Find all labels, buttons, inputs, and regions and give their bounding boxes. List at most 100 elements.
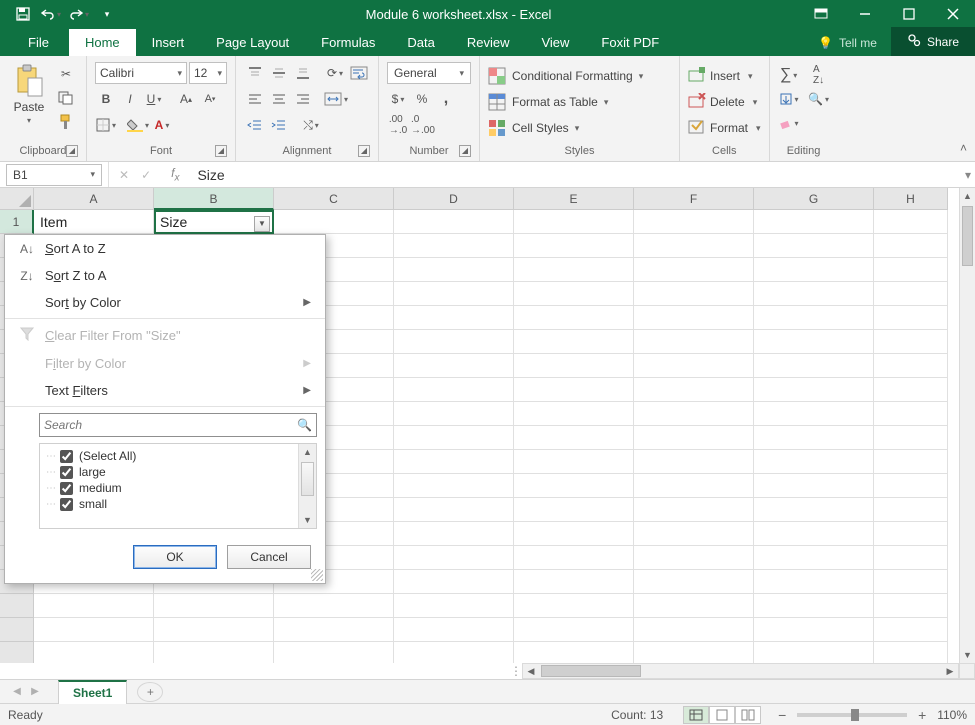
cell[interactable] — [514, 570, 634, 594]
zoom-in-button[interactable]: + — [915, 707, 929, 723]
number-format-select[interactable]: General▾ — [387, 62, 471, 84]
cell[interactable] — [394, 570, 514, 594]
copy-button[interactable] — [54, 88, 78, 108]
autosum-button[interactable]: ∑ — [778, 64, 800, 86]
close-button[interactable] — [931, 0, 975, 28]
delete-cells-button[interactable]: Delete▾ — [688, 90, 761, 114]
cell[interactable] — [394, 330, 514, 354]
cell[interactable] — [754, 618, 874, 642]
collapse-ribbon-button[interactable]: ˄ — [960, 141, 967, 155]
sort-filter-button[interactable]: AZ↓ — [808, 64, 830, 86]
cell[interactable] — [874, 594, 948, 618]
name-box[interactable]: B1▾ — [6, 164, 102, 186]
align-center-button[interactable] — [268, 88, 290, 110]
tab-file[interactable]: File — [8, 29, 69, 56]
scroll-down-icon[interactable]: ▼ — [299, 512, 316, 528]
cell[interactable] — [634, 642, 754, 663]
row-header[interactable] — [0, 618, 34, 642]
cell[interactable] — [754, 594, 874, 618]
horizontal-scrollbar[interactable]: ◀ ▶ — [522, 663, 959, 679]
hscroll-right-icon[interactable]: ▶ — [942, 664, 958, 678]
filter-item-select-all[interactable]: ⋯(Select All) — [46, 448, 292, 464]
filter-search-box[interactable]: 🔍 — [39, 413, 317, 437]
font-dialog-launcher[interactable]: ◢ — [215, 145, 227, 157]
alignment-dialog-launcher[interactable]: ◢ — [358, 145, 370, 157]
cell[interactable] — [874, 330, 948, 354]
cell[interactable] — [634, 330, 754, 354]
cell[interactable] — [634, 426, 754, 450]
cell[interactable] — [274, 642, 394, 663]
cell[interactable] — [394, 402, 514, 426]
cell[interactable] — [754, 498, 874, 522]
cell[interactable] — [394, 354, 514, 378]
view-page-layout-button[interactable] — [709, 706, 735, 724]
column-header-d[interactable]: D — [394, 188, 514, 210]
cell[interactable] — [874, 306, 948, 330]
filter-list-scrollbar[interactable]: ▲ ▼ — [298, 444, 316, 528]
vscroll-up-icon[interactable]: ▲ — [960, 188, 975, 204]
cell-c1[interactable] — [274, 210, 394, 234]
decrease-indent-button[interactable] — [244, 114, 266, 136]
cell[interactable] — [394, 258, 514, 282]
hscroll-grip-icon[interactable]: ⋮ — [510, 664, 522, 678]
row-header-1[interactable]: 1 — [0, 210, 34, 234]
cell-d1[interactable] — [394, 210, 514, 234]
cell[interactable] — [34, 642, 154, 663]
cell-g1[interactable] — [754, 210, 874, 234]
filter-search-input[interactable] — [44, 418, 297, 432]
cell[interactable] — [514, 402, 634, 426]
sort-by-color[interactable]: Sort by Color▶ — [5, 289, 325, 316]
bold-button[interactable]: B — [95, 88, 117, 110]
filter-item-small[interactable]: ⋯small — [46, 496, 292, 512]
cell[interactable] — [634, 570, 754, 594]
cell[interactable] — [754, 474, 874, 498]
merge-center-button[interactable] — [324, 88, 348, 110]
cell[interactable] — [754, 642, 874, 663]
percent-format-button[interactable]: % — [411, 88, 433, 110]
cell[interactable] — [634, 378, 754, 402]
cell[interactable] — [634, 618, 754, 642]
tab-home[interactable]: Home — [69, 29, 136, 56]
cell-styles-button[interactable]: Cell Styles ▾ — [488, 116, 671, 140]
tab-page-layout[interactable]: Page Layout — [200, 29, 305, 56]
cell[interactable] — [634, 234, 754, 258]
cancel-formula-icon[interactable]: ✕ — [119, 168, 129, 182]
cell[interactable] — [874, 546, 948, 570]
vscroll-down-icon[interactable]: ▼ — [960, 647, 975, 663]
cell-a1[interactable]: Item — [34, 210, 154, 234]
cell[interactable] — [514, 642, 634, 663]
cell[interactable] — [514, 282, 634, 306]
cell[interactable] — [634, 522, 754, 546]
cell[interactable] — [754, 450, 874, 474]
column-header-a[interactable]: A — [34, 188, 154, 210]
cell[interactable] — [394, 618, 514, 642]
cell[interactable] — [514, 378, 634, 402]
cell[interactable] — [514, 234, 634, 258]
tab-formulas[interactable]: Formulas — [305, 29, 391, 56]
cell[interactable] — [874, 354, 948, 378]
row-header[interactable] — [0, 594, 34, 618]
cell[interactable] — [634, 402, 754, 426]
cell[interactable] — [514, 258, 634, 282]
cell[interactable] — [634, 594, 754, 618]
redo-button[interactable] — [68, 3, 90, 25]
filter-ok-button[interactable]: OK — [133, 545, 217, 569]
column-header-e[interactable]: E — [514, 188, 634, 210]
cell[interactable] — [514, 618, 634, 642]
cell[interactable] — [754, 330, 874, 354]
maximize-button[interactable] — [887, 0, 931, 28]
cell[interactable] — [514, 450, 634, 474]
borders-button[interactable] — [95, 114, 117, 136]
column-header-c[interactable]: C — [274, 188, 394, 210]
font-name-select[interactable]: Calibri▾ — [95, 62, 187, 84]
cell[interactable] — [634, 474, 754, 498]
cell[interactable] — [874, 570, 948, 594]
format-as-table-button[interactable]: Format as Table ▾ — [488, 90, 671, 114]
align-left-button[interactable] — [244, 88, 266, 110]
cell[interactable] — [754, 378, 874, 402]
qat-customize-icon[interactable]: ▾ — [96, 3, 118, 25]
sort-a-to-z[interactable]: A↓SSort A to Zort A to Z — [5, 235, 325, 262]
cell[interactable] — [874, 522, 948, 546]
decrease-font-button[interactable]: A▾ — [199, 88, 221, 110]
column-header-g[interactable]: G — [754, 188, 874, 210]
